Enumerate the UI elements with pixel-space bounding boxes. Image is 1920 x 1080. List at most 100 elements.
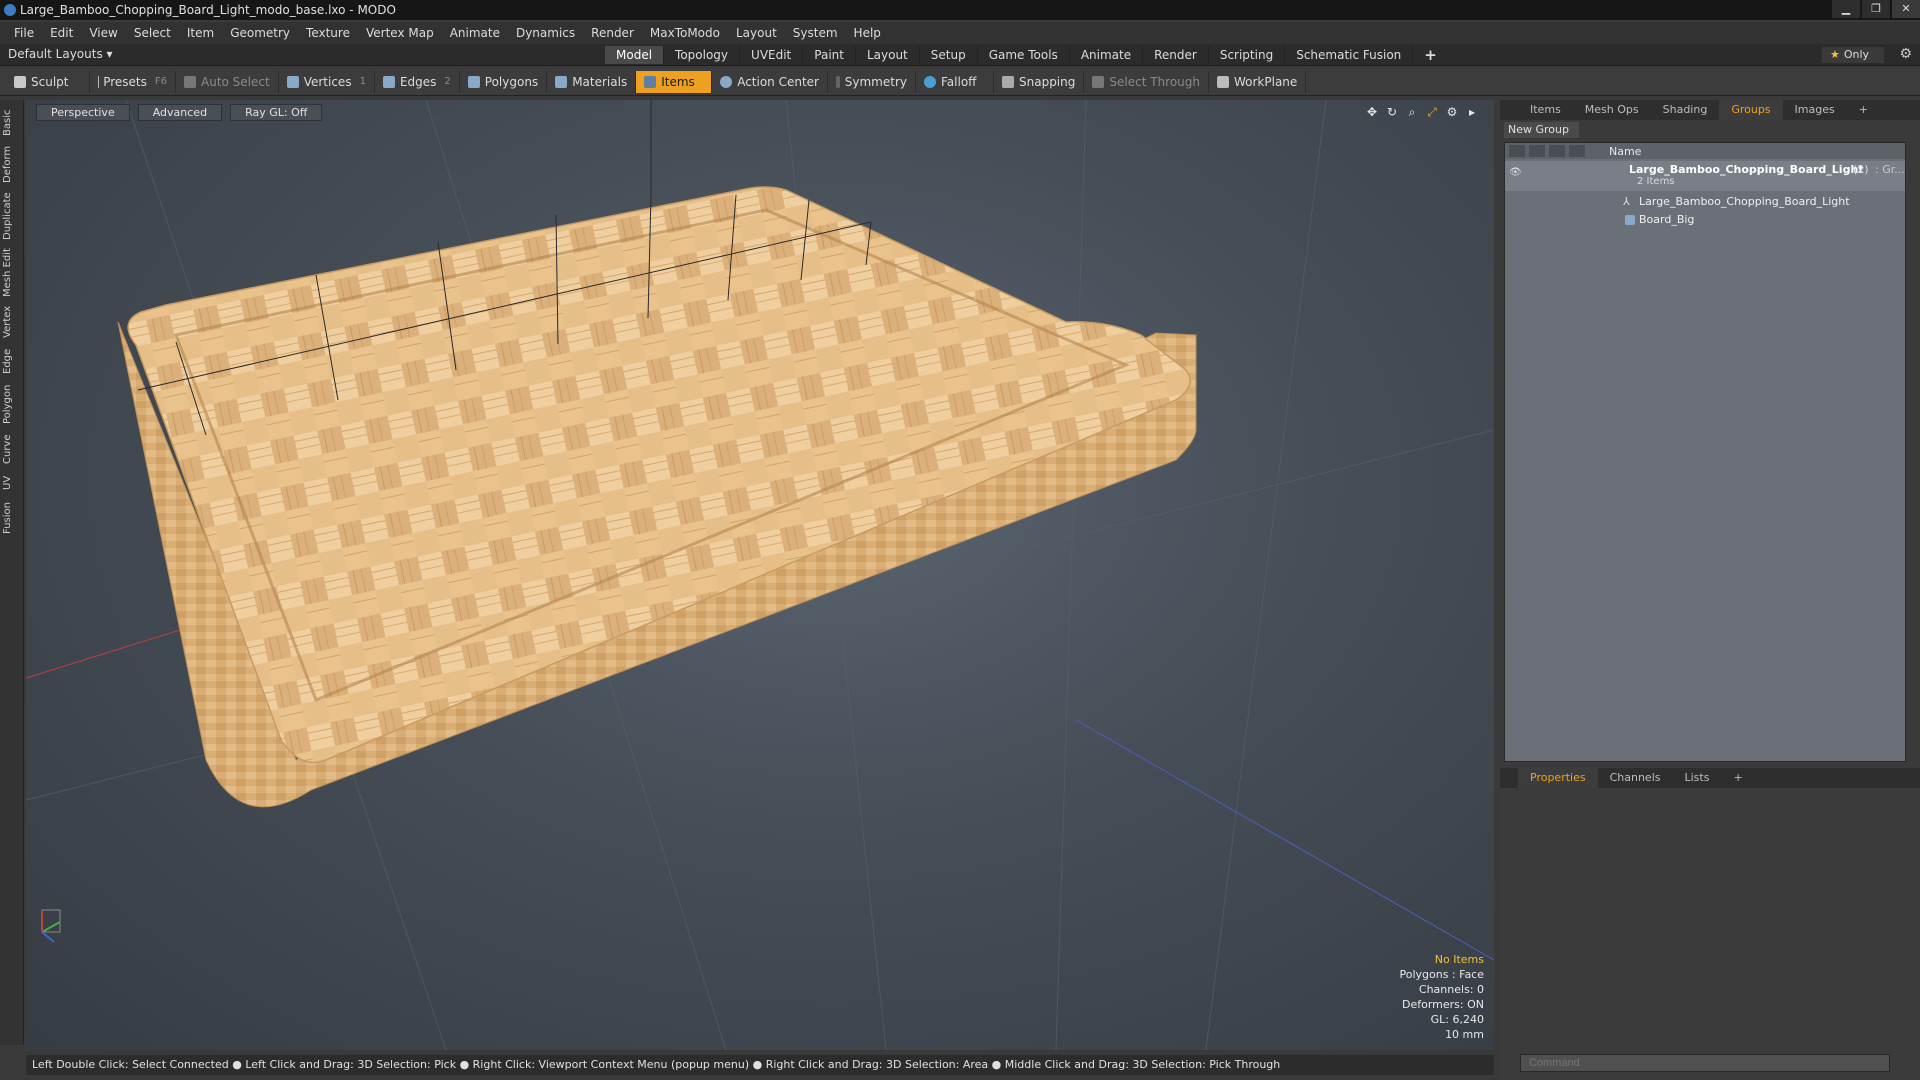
left-tab-curve[interactable]: Curve — [2, 432, 22, 466]
menu-vertex-map[interactable]: Vertex Map — [358, 26, 442, 40]
x-axis-line — [26, 624, 197, 679]
menu-render[interactable]: Render — [583, 26, 642, 40]
pan-icon[interactable]: ✥ — [1364, 104, 1380, 120]
select-through-button[interactable]: Select Through — [1084, 70, 1209, 93]
presets-button[interactable]: Presets F6 — [90, 70, 176, 93]
maximize-view-icon[interactable]: ⤢ — [1424, 104, 1440, 120]
left-tab-basic[interactable]: Basic — [2, 108, 22, 138]
command-input[interactable] — [1520, 1054, 1890, 1072]
left-tab-duplicate[interactable]: Duplicate — [2, 190, 22, 242]
materials-button[interactable]: Materials — [547, 70, 637, 93]
tab-shading[interactable]: Shading — [1651, 100, 1720, 120]
tab-uvedit[interactable]: UVEdit — [740, 46, 804, 64]
menu-file[interactable]: File — [6, 26, 42, 40]
vertices-shortcut: 1 — [359, 76, 366, 87]
view-mode-button[interactable]: Perspective — [36, 104, 130, 121]
left-tab-deform[interactable]: Deform — [2, 144, 22, 184]
rotate-icon[interactable]: ↻ — [1384, 104, 1400, 120]
tab-lists[interactable]: Lists — [1673, 768, 1722, 788]
child-item-name: Large_Bamboo_Chopping_Board_Light — [1639, 195, 1850, 208]
tab-topology[interactable]: Topology — [664, 46, 741, 64]
only-label: Only — [1843, 48, 1870, 61]
lock-column-icon[interactable] — [1549, 145, 1565, 157]
new-group-button[interactable]: New Group — [1504, 122, 1579, 138]
action-center-button[interactable]: Action Center — [712, 70, 828, 93]
add-properties-tab-button[interactable]: + — [1721, 768, 1754, 788]
tab-paint[interactable]: Paint — [803, 46, 856, 64]
shading-mode-button[interactable]: Advanced — [137, 104, 223, 121]
gear-icon[interactable]: ⚙ — [1899, 46, 1912, 62]
z-axis-line — [1075, 719, 1494, 961]
group-child-row[interactable]: ⅄ Large_Bamboo_Chopping_Board_Light — [1505, 193, 1905, 211]
tab-layout[interactable]: Layout — [856, 46, 920, 64]
menu-texture[interactable]: Texture — [298, 26, 358, 40]
tab-render[interactable]: Render — [1143, 46, 1209, 64]
render-column-icon[interactable] — [1529, 145, 1545, 157]
tab-channels[interactable]: Channels — [1598, 768, 1673, 788]
left-tab-fusion[interactable]: Fusion — [2, 500, 22, 536]
locator-icon: ⅄ — [1623, 195, 1630, 208]
add-panel-tab-button[interactable]: + — [1847, 100, 1880, 120]
menu-animate[interactable]: Animate — [442, 26, 508, 40]
symmetry-button[interactable]: Symmetry — [828, 70, 916, 93]
snapping-icon — [1002, 75, 1014, 88]
auto-select-button[interactable]: Auto Select — [176, 70, 279, 93]
left-tab-uv[interactable]: UV — [2, 472, 22, 494]
modo-app-icon — [4, 4, 16, 16]
items-button[interactable]: Items — [636, 70, 713, 93]
tab-mesh-ops[interactable]: Mesh Ops — [1573, 100, 1651, 120]
maximize-button[interactable]: ❐ — [1862, 0, 1890, 18]
close-button[interactable]: ✕ — [1892, 0, 1920, 18]
left-tab-polygon[interactable]: Polygon — [2, 382, 22, 426]
menu-bar: File Edit View Select Item Geometry Text… — [0, 22, 1920, 44]
left-tab-edge[interactable]: Edge — [2, 346, 22, 376]
menu-layout[interactable]: Layout — [728, 26, 785, 40]
polygons-label: Polygons — [484, 74, 539, 89]
tab-animate[interactable]: Animate — [1070, 46, 1144, 64]
falloff-button[interactable]: Falloff — [916, 70, 994, 93]
menu-dynamics[interactable]: Dynamics — [508, 26, 583, 40]
viewport-settings-icon[interactable]: ⚙ — [1444, 104, 1460, 120]
tab-model[interactable]: Model — [605, 46, 665, 64]
vertices-button[interactable]: Vertices 1 — [279, 70, 375, 93]
tab-scripting[interactable]: Scripting — [1209, 46, 1286, 64]
eye-icon[interactable]: 👁 — [1509, 164, 1523, 178]
menu-item[interactable]: Item — [179, 26, 222, 40]
menu-select[interactable]: Select — [126, 26, 179, 40]
left-tab-vertex[interactable]: Vertex — [2, 304, 22, 340]
left-tab-mesh-edit[interactable]: Mesh Edit — [2, 248, 22, 298]
layout-selector[interactable]: Default Layouts ▾ — [8, 47, 113, 61]
group-row[interactable]: 👁 Large_Bamboo_Chopping_Board_Light (2) … — [1505, 161, 1905, 191]
minimize-button[interactable]: ▁ — [1832, 0, 1860, 18]
polygons-button[interactable]: Polygons — [460, 70, 548, 93]
tab-schematic-fusion[interactable]: Schematic Fusion — [1285, 46, 1414, 64]
left-tool-tabs: Basic Deform Duplicate Mesh Edit Vertex … — [0, 100, 24, 1045]
menu-maxtomodo[interactable]: MaxToModo — [642, 26, 728, 40]
window-title: Large_Bamboo_Chopping_Board_Light_modo_b… — [20, 3, 396, 17]
auto-select-icon — [184, 75, 196, 88]
tab-game-tools[interactable]: Game Tools — [978, 46, 1070, 64]
select-column-icon[interactable] — [1569, 145, 1585, 157]
tab-setup[interactable]: Setup — [920, 46, 978, 64]
zoom-icon[interactable]: ⌕ — [1404, 104, 1420, 120]
only-toggle[interactable]: ★ Only — [1822, 47, 1884, 63]
3d-viewport[interactable]: Perspective Advanced Ray GL: Off ✥ ↻ ⌕ ⤢… — [26, 100, 1494, 1050]
edges-button[interactable]: Edges 2 — [375, 70, 460, 93]
group-child-row[interactable]: Board_Big — [1505, 211, 1905, 229]
menu-system[interactable]: System — [785, 26, 846, 40]
workplane-button[interactable]: WorkPlane — [1209, 70, 1307, 93]
menu-help[interactable]: Help — [846, 26, 889, 40]
menu-edit[interactable]: Edit — [42, 26, 81, 40]
menu-view[interactable]: View — [81, 26, 125, 40]
snapping-button[interactable]: Snapping — [994, 70, 1085, 93]
add-tab-button[interactable]: + — [1413, 46, 1448, 64]
tab-images[interactable]: Images — [1783, 100, 1847, 120]
viewport-menu-icon[interactable]: ▸ — [1464, 104, 1480, 120]
tab-properties[interactable]: Properties — [1518, 768, 1598, 788]
tab-groups[interactable]: Groups — [1719, 100, 1783, 120]
eye-column-icon[interactable] — [1509, 145, 1525, 157]
sculpt-button[interactable]: Sculpt — [6, 70, 90, 93]
menu-geometry[interactable]: Geometry — [222, 26, 298, 40]
tab-items[interactable]: Items — [1518, 100, 1573, 120]
raygl-button[interactable]: Ray GL: Off — [230, 104, 323, 121]
